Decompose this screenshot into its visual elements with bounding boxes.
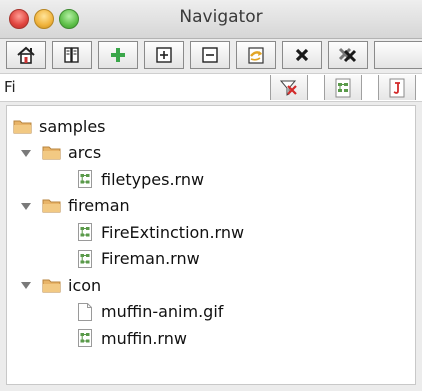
- folder-icon: [42, 146, 61, 160]
- disclosure-toggle[interactable]: [20, 200, 32, 212]
- rnw-file-icon: [78, 170, 92, 188]
- filter-bar: [0, 73, 422, 102]
- home-icon: [17, 46, 35, 64]
- rnw-filter-button[interactable]: [324, 75, 362, 100]
- expand-all-button[interactable]: [144, 41, 184, 69]
- close-button[interactable]: [282, 41, 322, 69]
- toolbar: [0, 39, 422, 73]
- close-all-button[interactable]: [328, 41, 368, 69]
- clear-filter-button[interactable]: [270, 75, 308, 100]
- disclosure-triangle-icon: [21, 202, 31, 210]
- window-title: Navigator: [179, 7, 263, 27]
- book-icon: [64, 47, 79, 63]
- book-button[interactable]: [52, 41, 92, 69]
- tree-item-label: FireExtinction.rnw: [101, 222, 245, 242]
- blank-file-icon: [78, 302, 92, 321]
- disclosure-toggle[interactable]: [20, 147, 32, 159]
- filter-input[interactable]: [0, 74, 268, 100]
- collapse-all-button[interactable]: [190, 41, 230, 69]
- close-x-icon: [295, 48, 309, 62]
- navigator-tree: samples arcs filetypes.rnw fireman FireExtin…: [6, 105, 416, 385]
- rnw-file-icon: [78, 249, 92, 268]
- tree-file-row[interactable]: muffin-anim.gif: [78, 299, 223, 325]
- folder-icon: [13, 120, 32, 133]
- tree-folder-row[interactable]: samples: [13, 113, 106, 139]
- java-filter-button[interactable]: [378, 75, 416, 100]
- home-button[interactable]: [6, 41, 46, 69]
- rnw-file-icon: [335, 78, 351, 97]
- tree-file-row[interactable]: muffin.rnw: [78, 325, 187, 351]
- java-file-icon: [389, 78, 405, 97]
- rnw-file-icon: [78, 329, 92, 347]
- tree-item-label: fireman: [68, 196, 130, 215]
- tree-item-label: samples: [39, 116, 106, 136]
- refresh-button[interactable]: [236, 41, 276, 69]
- boxed-minus-icon: [202, 47, 218, 63]
- tree-item-label: filetypes.rnw: [101, 169, 205, 189]
- tree-file-row[interactable]: Fireman.rnw: [78, 246, 200, 272]
- tree-item-label: arcs: [68, 143, 102, 162]
- boxed-plus-icon: [156, 47, 172, 63]
- tree-item-label: muffin.rnw: [101, 328, 187, 348]
- folder-icon: [42, 279, 61, 292]
- toolbar-overflow[interactable]: [374, 41, 422, 69]
- tree-folder-row[interactable]: arcs: [20, 140, 101, 166]
- double-x-icon: [338, 47, 357, 63]
- tree-folder-row[interactable]: icon: [20, 272, 101, 298]
- green-plus-icon: [111, 48, 125, 62]
- rnw-file-icon: [78, 223, 92, 241]
- disclosure-triangle-icon: [21, 282, 31, 289]
- folder-icon: [42, 199, 61, 213]
- tree-item-label: Fireman.rnw: [101, 249, 200, 268]
- tree-folder-row[interactable]: fireman: [20, 193, 130, 219]
- tree-file-row[interactable]: filetypes.rnw: [78, 166, 204, 192]
- tree-item-label: icon: [68, 275, 102, 295]
- tree-file-row[interactable]: FireExtinction.rnw: [78, 219, 244, 245]
- disclosure-toggle[interactable]: [20, 279, 32, 291]
- tree-item-label: muffin-anim.gif: [101, 302, 224, 321]
- folder-arrow-icon: [248, 47, 264, 64]
- disclosure-triangle-icon: [21, 149, 31, 157]
- filter-clear-icon: [279, 80, 297, 96]
- add-button[interactable]: [98, 41, 138, 69]
- title-bar: Navigator: [0, 0, 422, 39]
